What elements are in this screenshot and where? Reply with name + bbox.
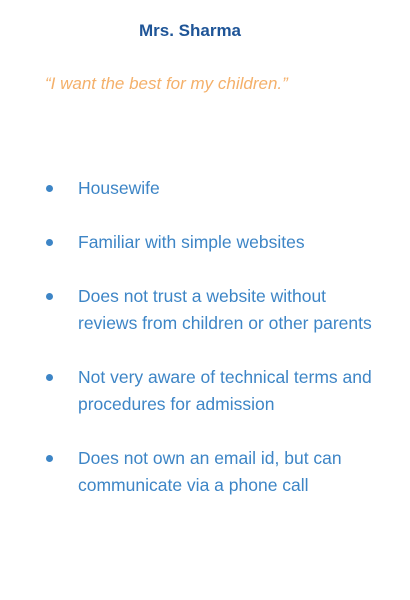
bullet-icon bbox=[46, 185, 53, 192]
persona-quote: “I want the best for my children.” bbox=[45, 74, 288, 93]
trait-text: Housewife bbox=[78, 178, 160, 198]
persona-name: Mrs. Sharma bbox=[138, 21, 242, 40]
bullet-icon bbox=[46, 455, 53, 462]
trait-text: Not very aware of technical terms and pr… bbox=[78, 367, 372, 414]
trait-item-technical-terms: Not very aware of technical terms and pr… bbox=[0, 364, 410, 418]
bullet-icon bbox=[46, 374, 53, 381]
trait-item-websites: Familiar with simple websites bbox=[0, 229, 410, 256]
trait-item-reviews: Does not trust a website without reviews… bbox=[0, 283, 410, 337]
bullet-icon bbox=[46, 239, 53, 246]
bullet-icon bbox=[46, 293, 53, 300]
trait-text: Familiar with simple websites bbox=[78, 232, 305, 252]
persona-card: Mrs. Sharma “I want the best for my chil… bbox=[0, 0, 410, 600]
trait-text: Does not trust a website without reviews… bbox=[78, 286, 372, 333]
trait-item-email: Does not own an email id, but can commun… bbox=[0, 445, 410, 499]
trait-list: Housewife Familiar with simple websites … bbox=[0, 175, 410, 499]
trait-text: Does not own an email id, but can commun… bbox=[78, 448, 342, 495]
trait-item-housewife: Housewife bbox=[0, 175, 410, 202]
